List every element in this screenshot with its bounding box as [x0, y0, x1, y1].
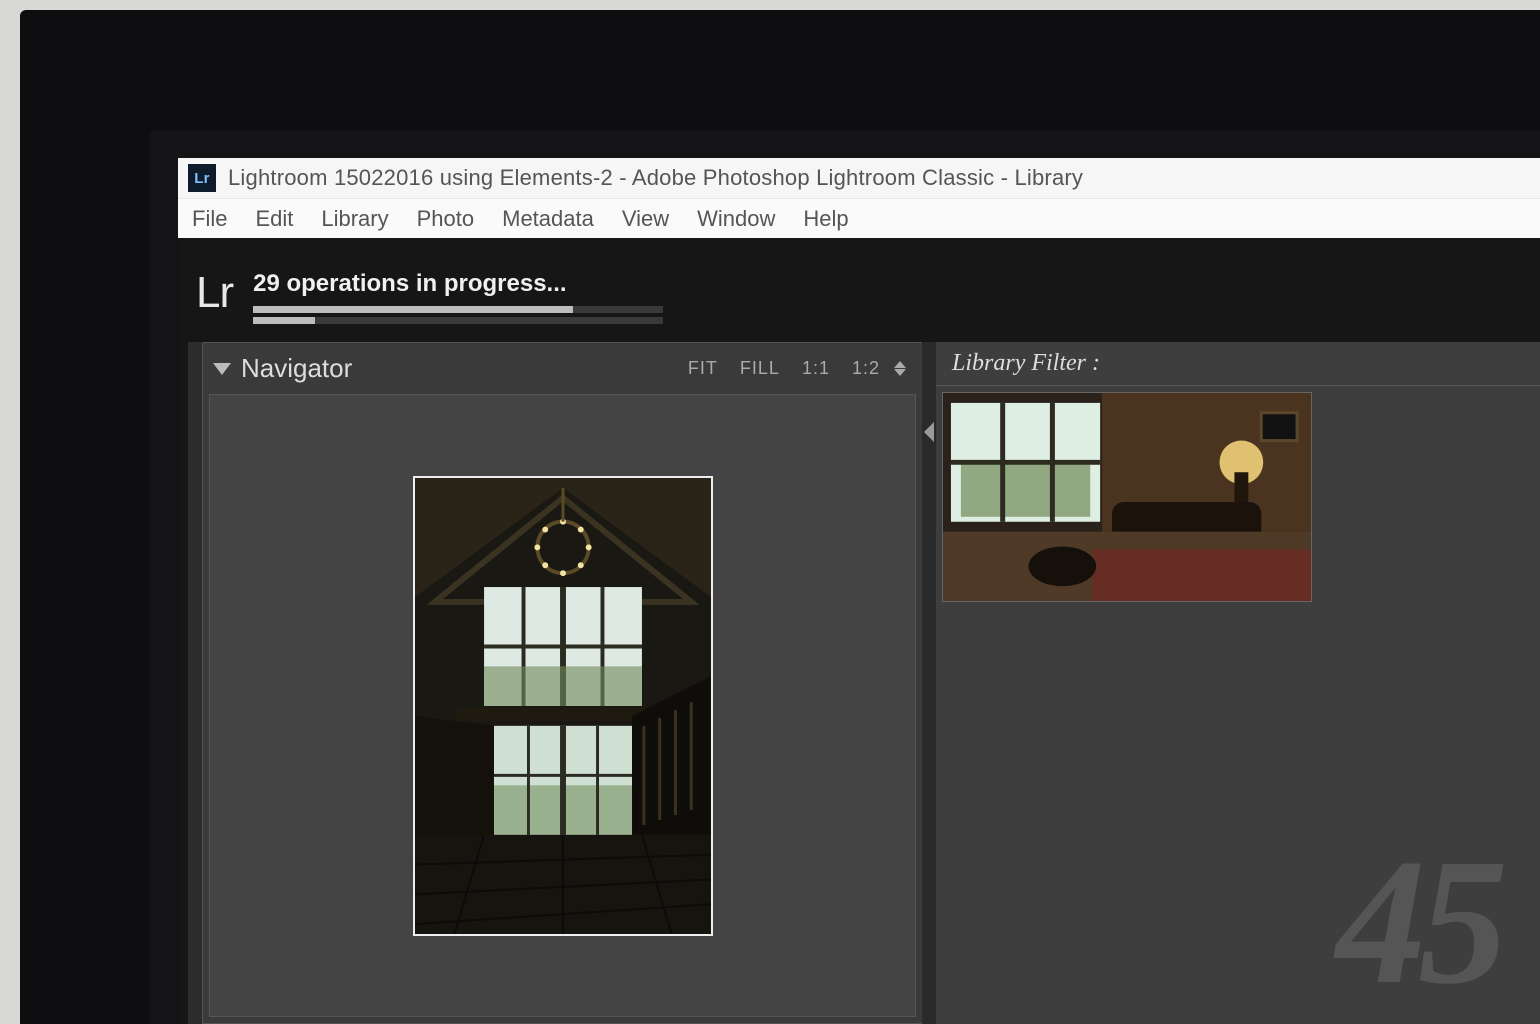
window-title: Lightroom 15022016 using Elements-2 - Ad… — [228, 165, 1083, 191]
progress-bar-1 — [253, 306, 663, 313]
progress-bar-2 — [253, 317, 663, 324]
monitor-bezel-outer: Lr Lightroom 15022016 using Elements-2 -… — [20, 10, 1540, 1024]
menu-library[interactable]: Library — [321, 206, 388, 232]
app-chrome: Lr 29 operations in progress... — [178, 238, 1540, 1024]
grid-cell-index: 45 — [1336, 850, 1500, 994]
menu-photo[interactable]: Photo — [417, 206, 475, 232]
navigator-panel: Navigator FIT FILL 1:1 1:2 — [202, 342, 922, 1024]
zoom-controls: FIT FILL 1:1 1:2 — [688, 358, 906, 379]
panel-divider[interactable] — [922, 342, 936, 1024]
disclosure-triangle-icon[interactable] — [213, 363, 231, 375]
menu-window[interactable]: Window — [697, 206, 775, 232]
identity-plate-row: Lr 29 operations in progress... — [178, 238, 1540, 334]
grid-view[interactable]: 45 — [936, 386, 1540, 1024]
left-panel-gutter[interactable] — [188, 342, 202, 1024]
library-filter-header[interactable]: Library Filter : — [936, 342, 1540, 386]
zoom-fill[interactable]: FILL — [740, 358, 780, 379]
progress-bars[interactable] — [253, 306, 663, 324]
grid-thumbnail-image — [943, 393, 1311, 601]
chevron-down-icon — [894, 369, 906, 376]
navigator-preview[interactable] — [413, 476, 713, 936]
navigator-header: Navigator FIT FILL 1:1 1:2 — [203, 343, 922, 394]
navigator-preview-image — [415, 478, 711, 934]
menu-file[interactable]: File — [192, 206, 227, 232]
collapse-left-icon — [924, 422, 934, 442]
chevron-up-icon — [894, 361, 906, 368]
zoom-fit[interactable]: FIT — [688, 358, 718, 379]
progress-label: 29 operations in progress... — [253, 270, 663, 298]
panels: Navigator FIT FILL 1:1 1:2 — [178, 334, 1540, 1024]
menu-edit[interactable]: Edit — [255, 206, 293, 232]
menu-help[interactable]: Help — [803, 206, 848, 232]
progress-area: 29 operations in progress... — [253, 268, 663, 324]
window-titlebar: Lr Lightroom 15022016 using Elements-2 -… — [178, 158, 1540, 198]
navigator-body[interactable] — [209, 394, 916, 1017]
app-icon: Lr — [188, 164, 216, 192]
grid-thumbnail[interactable] — [942, 392, 1312, 602]
menu-bar: File Edit Library Photo Metadata View Wi… — [178, 198, 1540, 238]
zoom-stepper[interactable] — [894, 361, 906, 376]
navigator-title: Navigator — [241, 353, 352, 384]
identity-plate: Lr — [196, 268, 233, 318]
content-panel: Library Filter : — [936, 342, 1540, 1024]
screen: Lr Lightroom 15022016 using Elements-2 -… — [178, 158, 1540, 1024]
menu-metadata[interactable]: Metadata — [502, 206, 594, 232]
monitor-bezel-inner: Lr Lightroom 15022016 using Elements-2 -… — [150, 130, 1540, 1024]
zoom-ratio[interactable]: 1:2 — [852, 358, 880, 379]
menu-view[interactable]: View — [622, 206, 669, 232]
zoom-1-1[interactable]: 1:1 — [802, 358, 830, 379]
